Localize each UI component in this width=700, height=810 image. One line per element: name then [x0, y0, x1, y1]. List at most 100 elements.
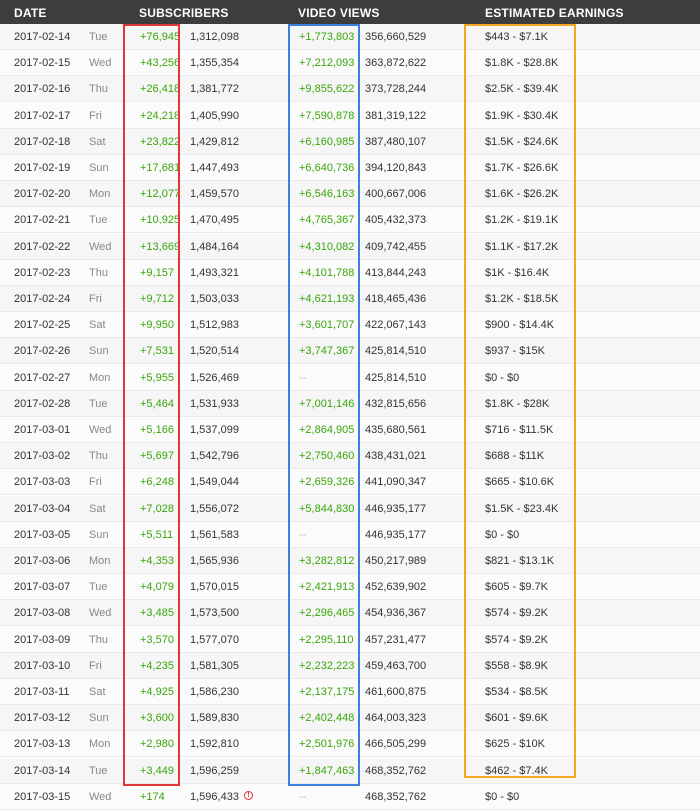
date-cell: 2017-03-14 [14, 764, 71, 777]
subscriber-total-cell: 1,429,812 [190, 135, 239, 148]
view-gain-cell: +7,212,093 [299, 57, 355, 70]
date-cell: 2017-03-12 [14, 712, 71, 725]
subscriber-gain-cell: +43,256 [140, 57, 181, 70]
view-gain-cell: +2,295,110 [299, 633, 354, 646]
header-estimated-earnings[interactable]: ESTIMATED EARNINGS [485, 6, 624, 20]
view-gain-cell: +7,590,878 [299, 109, 355, 122]
view-total-cell: 422,067,143 [365, 319, 427, 332]
earnings-cell: $601 - $9.6K [485, 712, 548, 725]
view-gain-cell: +4,621,193 [299, 293, 355, 305]
subscriber-total-cell: 1,447,493 [190, 162, 239, 174]
view-total-cell: 454,936,367 [365, 607, 427, 620]
earnings-cell: $605 - $9.7K [485, 581, 548, 594]
weekday-cell: Sun [89, 345, 109, 358]
view-gain-cell: +2,296,465 [299, 607, 355, 620]
date-cell: 2017-02-27 [14, 371, 71, 384]
table-row: 2017-02-18 Sat +23,822 1,429,812 +6,160,985 3… [0, 128, 700, 155]
subscriber-gain-cell: +4,079 [140, 581, 174, 594]
subscriber-gain-cell: +3,570 [140, 633, 174, 646]
subscriber-gain-cell: +9,157 [140, 266, 174, 279]
view-gain-cell: +2,232,223 [299, 659, 355, 672]
subscriber-gain-cell: +9,950 [140, 319, 174, 332]
table-row: 2017-03-11 Sat +4,925 1,586,230 +2,137,175 46… [0, 679, 700, 705]
subscriber-total-cell: 1,503,033 [190, 293, 239, 305]
subscriber-total-cell: 1,381,772 [190, 83, 239, 96]
subscriber-gain-cell: +5,955 [140, 371, 174, 384]
weekday-cell: Mon [89, 738, 111, 751]
earnings-cell: $1.5K - $24.6K [485, 135, 559, 148]
subscriber-total-cell: 1,581,305 [190, 659, 239, 672]
view-gain-cell: +2,750,460 [299, 450, 355, 463]
subscriber-gain-cell: +4,235 [140, 659, 174, 672]
view-total-cell: 441,090,347 [365, 476, 427, 489]
view-gain-cell: +3,601,707 [299, 319, 355, 332]
date-cell: 2017-02-23 [14, 266, 71, 279]
view-total-cell: 464,003,323 [365, 712, 427, 725]
view-total-cell: 459,463,700 [365, 659, 427, 672]
date-cell: 2017-03-07 [14, 581, 71, 594]
subscriber-total-cell: 1,589,830 [190, 712, 239, 725]
header-date[interactable]: DATE [14, 6, 47, 20]
earnings-cell: $900 - $14.4K [485, 319, 555, 332]
subscriber-gain-cell: +3,449 [140, 764, 174, 777]
view-gain-cell: +1,773,803 [299, 31, 355, 43]
earnings-cell: $665 - $10.6K [485, 476, 555, 489]
subscriber-total-cell: 1,493,321 [190, 266, 239, 279]
weekday-cell: Wed [89, 57, 112, 70]
subscriber-total-cell: 1,312,098 [190, 31, 239, 43]
subscriber-total-cell: 1,549,044 [190, 476, 239, 489]
weekday-cell: Mon [89, 555, 111, 567]
subscriber-gain-cell: +13,669 [140, 240, 181, 253]
earnings-cell: $1.2K - $18.5K [485, 293, 559, 305]
earnings-cell: $462 - $7.4K [485, 764, 548, 777]
view-gain-cell: +2,137,175 [299, 686, 355, 698]
view-gain-cell: +4,101,788 [299, 266, 355, 279]
view-total-cell: 468,352,762 [365, 790, 427, 803]
subscriber-gain-cell: +7,531 [140, 345, 174, 358]
view-gain-cell: +2,421,913 [299, 581, 355, 594]
view-total-cell: 461,600,875 [365, 686, 427, 698]
weekday-cell: Mon [89, 188, 111, 201]
weekday-cell: Tue [89, 214, 108, 227]
view-total-cell: 438,431,021 [365, 450, 427, 463]
view-total-cell: 356,660,529 [365, 31, 427, 43]
table-row: 2017-03-03 Fri +6,248 1,549,044 +2,659,326 44… [0, 469, 700, 496]
date-cell: 2017-03-04 [14, 502, 71, 515]
table-row: 2017-02-23 Thu +9,157 1,493,321 +4,101,788 41… [0, 259, 700, 286]
table-row: 2017-02-24 Fri +9,712 1,503,033 +4,621,193 41… [0, 286, 700, 312]
subscriber-total-cell: 1,556,072 [190, 502, 239, 515]
earnings-cell: $716 - $11.5K [485, 424, 554, 436]
earnings-cell: $1.8K - $28K [485, 397, 550, 410]
subscriber-gain-cell: +9,712 [140, 293, 174, 305]
table-row: 2017-02-17 Fri +24,218 1,405,990 +7,590,878 3… [0, 102, 700, 129]
earnings-cell: $1.1K - $17.2K [485, 240, 559, 253]
table-row: 2017-03-01 Wed +5,166 1,537,099 +2,864,905 43… [0, 417, 700, 443]
subscriber-gain-cell: +23,822 [140, 135, 181, 148]
table-row: 2017-03-07 Tue +4,079 1,570,015 +2,421,913 45… [0, 574, 700, 601]
warning-icon[interactable]: ! [244, 790, 253, 800]
date-cell: 2017-03-15 [14, 790, 71, 803]
header-subscribers[interactable]: SUBSCRIBERS [139, 6, 229, 20]
subscriber-total-cell: 1,355,354 [190, 57, 239, 70]
table-row: 2017-02-27 Mon +5,955 1,526,469 -- 425,814,51… [0, 364, 700, 391]
weekday-cell: Fri [89, 109, 102, 122]
date-cell: 2017-03-10 [14, 659, 71, 672]
subscriber-total-cell: 1,526,469 [190, 371, 239, 384]
earnings-cell: $0 - $0 [485, 790, 520, 803]
view-gain-cell: -- [299, 790, 307, 803]
view-total-cell: 446,935,177 [365, 528, 427, 541]
date-cell: 2017-03-13 [14, 738, 71, 751]
earnings-cell: $0 - $0 [485, 371, 520, 384]
date-cell: 2017-03-06 [14, 555, 71, 567]
view-gain-cell: -- [299, 371, 307, 384]
view-total-cell: 446,935,177 [365, 502, 427, 515]
table-row: 2017-03-02 Thu +5,697 1,542,796 +2,750,460 43… [0, 443, 700, 470]
earnings-cell: $1.5K - $23.4K [485, 502, 559, 515]
view-gain-cell: +2,659,326 [299, 476, 355, 489]
view-total-cell: 466,505,299 [365, 738, 427, 751]
subscriber-total-cell: 1,573,500 [190, 607, 239, 620]
header-video-views[interactable]: VIDEO VIEWS [298, 6, 380, 20]
subscriber-total-cell: 1,484,164 [190, 240, 239, 253]
table-row: 2017-03-12 Sun +3,600 1,589,830 +2,402,448 46… [0, 705, 700, 732]
view-gain-cell: +3,747,367 [299, 345, 355, 358]
